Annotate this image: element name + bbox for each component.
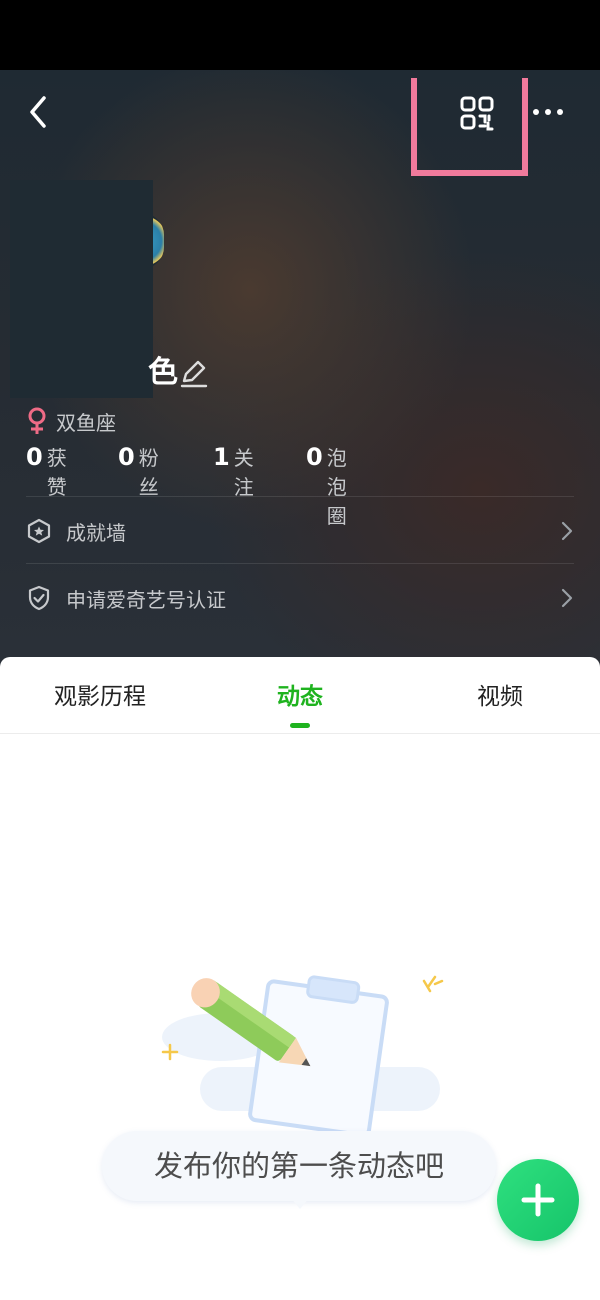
qr-code-button[interactable] xyxy=(455,92,499,136)
divider xyxy=(26,563,574,564)
back-button[interactable] xyxy=(22,92,58,132)
tab-moments[interactable]: 动态 xyxy=(250,677,350,711)
empty-illustration xyxy=(161,975,444,1138)
redaction-block xyxy=(10,180,153,398)
tab-watch-history[interactable]: 观影历程 xyxy=(50,677,150,711)
stat-following-count: 1 xyxy=(213,443,230,471)
stat-fans-label: 粉丝 xyxy=(138,446,159,499)
stat-following-label: 关注 xyxy=(233,446,254,499)
verify-account-row[interactable]: 申请爱奇艺号认证 xyxy=(26,578,574,618)
tab-bar: 观影历程 动态 视频 xyxy=(0,657,600,734)
empty-state-message: 发布你的第一条动态吧 xyxy=(102,1131,496,1201)
zodiac-label: 双鱼座 xyxy=(56,410,116,435)
qr-code-icon xyxy=(460,96,494,131)
profile-name: 色 xyxy=(148,355,178,390)
stat-fans[interactable]: 0 粉丝 xyxy=(118,442,159,500)
achievement-wall-row[interactable]: 成就墙 xyxy=(26,511,574,551)
status-bar xyxy=(0,0,600,70)
divider xyxy=(26,496,574,497)
add-post-button[interactable] xyxy=(497,1159,579,1241)
stat-following[interactable]: 1 关注 xyxy=(213,442,254,500)
chevron-right-icon xyxy=(561,588,573,608)
stat-circles-count: 0 xyxy=(306,443,323,471)
content-panel: 观影历程 动态 视频 发布你的第一条动态吧 xyxy=(0,657,600,1300)
chevron-left-icon xyxy=(30,96,46,128)
stat-likes[interactable]: 0 获赞 xyxy=(26,442,67,500)
achievement-wall-label: 成就墙 xyxy=(66,520,126,545)
female-icon xyxy=(28,407,46,434)
bubble-tail xyxy=(290,1197,310,1209)
stat-fans-count: 0 xyxy=(118,443,135,471)
chevron-right-icon xyxy=(561,521,573,541)
verify-account-label: 申请爱奇艺号认证 xyxy=(66,587,226,612)
hexagon-star-icon xyxy=(27,518,51,544)
plus-icon xyxy=(521,1183,555,1217)
more-dots-icon xyxy=(533,109,563,115)
zodiac-info: 双鱼座 xyxy=(26,406,116,436)
active-tab-indicator xyxy=(290,723,310,728)
edit-name-button[interactable] xyxy=(178,357,210,389)
profile-header: 色 双鱼座 0 获赞 0 粉丝 1 关注 0 泡泡圈 成就墙 申请爱奇艺号认证 xyxy=(0,70,600,670)
more-button[interactable] xyxy=(528,100,568,124)
tab-videos[interactable]: 视频 xyxy=(450,677,550,711)
shield-check-icon xyxy=(28,585,50,611)
stat-likes-count: 0 xyxy=(26,443,43,471)
stat-likes-label: 获赞 xyxy=(46,446,67,499)
pencil-icon xyxy=(180,360,208,388)
